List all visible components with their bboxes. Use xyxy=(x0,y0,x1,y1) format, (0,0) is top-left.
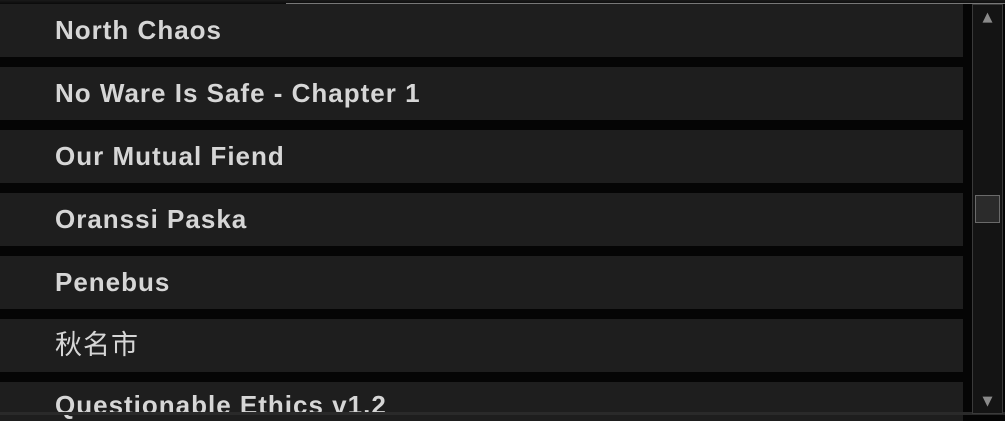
list-item-label: No Ware Is Safe - Chapter 1 xyxy=(55,78,421,108)
map-list-window: North Chaos No Ware Is Safe - Chapter 1 … xyxy=(0,0,1005,421)
list-item-label: North Chaos xyxy=(55,15,222,45)
list-item[interactable]: Penebus xyxy=(0,256,963,309)
list-item-label: 秋名市 xyxy=(55,330,139,361)
bottom-border xyxy=(0,412,1005,415)
scroll-up-arrow-icon[interactable]: ▲ xyxy=(973,5,1002,29)
list-item-label: Oranssi Paska xyxy=(55,204,248,234)
list-item-label: Penebus xyxy=(55,267,171,297)
scroll-thumb[interactable] xyxy=(975,195,1000,223)
list-item[interactable]: No Ware Is Safe - Chapter 1 xyxy=(0,67,963,120)
list-item[interactable]: Questionable Ethics v1.2 xyxy=(0,382,963,421)
map-list[interactable]: North Chaos No Ware Is Safe - Chapter 1 … xyxy=(0,0,963,421)
list-item[interactable]: Oranssi Paska xyxy=(0,193,963,246)
list-item[interactable]: Our Mutual Fiend xyxy=(0,130,963,183)
scroll-down-arrow-icon[interactable]: ▼ xyxy=(973,389,1002,413)
vertical-scrollbar[interactable]: ▲ ▼ xyxy=(972,4,1003,414)
list-item[interactable]: 秋名市 xyxy=(0,319,963,372)
list-item[interactable]: North Chaos xyxy=(0,4,963,57)
list-item-label: Our Mutual Fiend xyxy=(55,141,285,171)
